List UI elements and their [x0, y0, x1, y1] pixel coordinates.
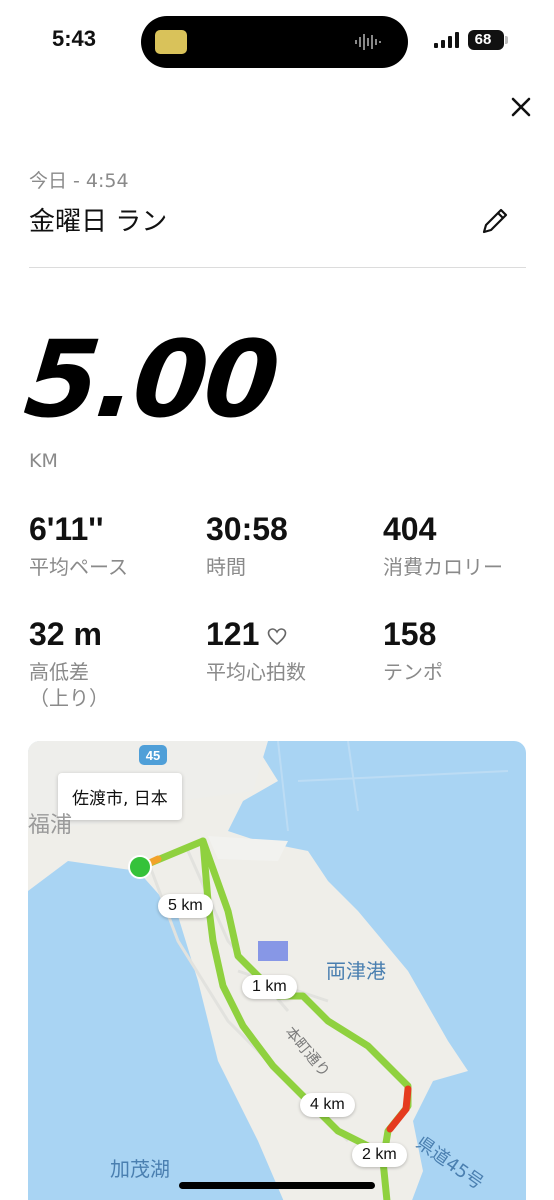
battery-level: 68 — [474, 31, 492, 48]
edit-title-button[interactable] — [478, 204, 512, 238]
stat-value: 158 — [383, 616, 437, 652]
harbor-building — [258, 941, 288, 961]
stat-heart-rate: 121 平均心拍数 — [206, 616, 306, 685]
distance-value: 5.00 — [19, 318, 283, 441]
stat-elevation: 32 m 高低差 （上り） — [29, 616, 109, 711]
activity-title: 金曜日 ラン — [29, 207, 168, 237]
status-time: 5:43 — [52, 26, 97, 51]
km-marker[interactable]: 2 km — [352, 1143, 407, 1167]
now-playing-artwork-icon — [155, 30, 187, 54]
heart-icon — [268, 627, 287, 645]
cellular-signal-icon — [434, 32, 459, 48]
close-button[interactable] — [504, 90, 538, 124]
town-label: 福浦 — [28, 813, 73, 838]
route-map[interactable]: 45 佐渡市, 日本 福浦 両津港 本町通り 加茂湖 県道45号 5 km 1 … — [28, 741, 526, 1200]
audio-waveform-icon — [355, 34, 381, 50]
distance-unit: KM — [29, 450, 58, 472]
stat-value: 404 — [383, 511, 437, 547]
stat-value: 32 m — [29, 616, 102, 652]
stat-label-sub: （上り） — [29, 686, 109, 710]
stat-label: 平均心拍数 — [206, 660, 306, 684]
run-detail-screen: 5:43 68 今日 - 4:54 金曜日 ラン 5.00 KM 6'11'' … — [0, 0, 554, 1200]
harbor-label: 両津港 — [326, 959, 386, 983]
stat-label: 平均ペース — [29, 555, 128, 579]
lake-label: 加茂湖 — [110, 1157, 170, 1181]
stat-cadence: 158 テンポ — [383, 616, 443, 685]
close-icon — [511, 97, 531, 117]
location-card[interactable]: 佐渡市, 日本 — [58, 773, 182, 820]
stat-value-row: 121 — [206, 616, 306, 653]
home-indicator[interactable] — [179, 1182, 375, 1189]
stat-duration: 30:58 時間 — [206, 511, 288, 580]
dynamic-island[interactable] — [141, 16, 408, 68]
breakwater — [277, 741, 509, 832]
stat-value: 30:58 — [206, 511, 288, 547]
stat-label: 高低差 — [29, 660, 89, 684]
battery-tip — [505, 36, 508, 44]
stat-label: テンポ — [383, 660, 443, 684]
km-marker[interactable]: 5 km — [158, 894, 213, 918]
start-point — [128, 855, 152, 879]
header-divider — [29, 267, 526, 268]
pencil-icon — [482, 208, 508, 234]
km-marker[interactable]: 4 km — [300, 1093, 355, 1117]
stat-calories: 404 消費カロリー — [383, 511, 503, 580]
activity-date: 今日 - 4:54 — [29, 170, 129, 192]
stat-value: 6'11'' — [29, 511, 104, 547]
stat-value: 121 — [206, 616, 260, 652]
stat-avg-pace: 6'11'' 平均ペース — [29, 511, 128, 580]
stat-label: 消費カロリー — [383, 555, 503, 579]
pier — [208, 836, 288, 861]
km-marker[interactable]: 1 km — [242, 975, 297, 999]
title-row: 金曜日 ラン — [29, 201, 167, 238]
stat-label: 時間 — [206, 555, 246, 579]
route-45-badge: 45 — [146, 748, 160, 763]
battery-icon: 68 — [468, 30, 504, 50]
